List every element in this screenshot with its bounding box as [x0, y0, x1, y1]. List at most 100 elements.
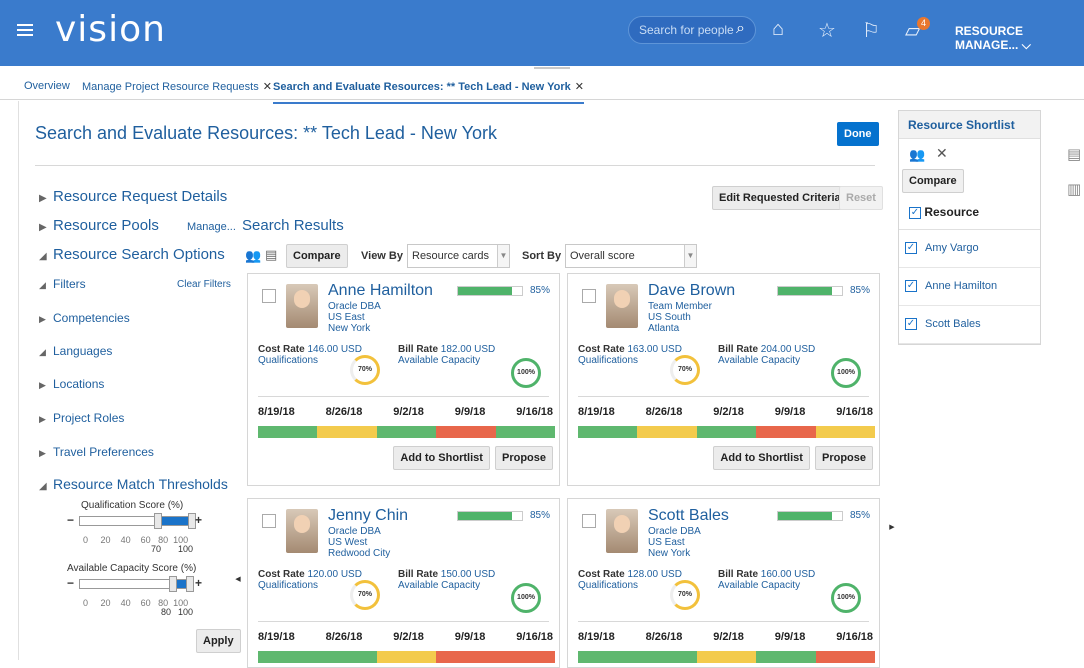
- manage-pools-link[interactable]: Manage...: [187, 221, 236, 233]
- shortlist-item[interactable]: ✓ Scott Bales: [899, 306, 1040, 344]
- resource-shortlist-panel: Resource Shortlist 👥 ✕ Compare ✓ Resourc…: [898, 110, 1041, 345]
- compare-button[interactable]: Compare: [286, 244, 348, 268]
- qualifications-link[interactable]: Qualifications: [578, 355, 638, 366]
- view-by-select[interactable]: Resource cards ▼: [407, 244, 510, 268]
- close-icon[interactable]: ✕: [575, 81, 584, 93]
- plus-icon[interactable]: +: [195, 513, 202, 527]
- section-resource-pools[interactable]: ▶ Resource Pools: [39, 217, 159, 234]
- week-date: 9/16/18: [836, 631, 873, 643]
- details-panel-icon[interactable]: ▤: [1067, 145, 1084, 167]
- expand-triangle-icon: ▶: [39, 380, 46, 390]
- notification-badge: 4: [917, 17, 930, 30]
- select-checkbox[interactable]: [262, 514, 276, 528]
- available-capacity-link[interactable]: Available Capacity: [718, 355, 800, 366]
- qualifications-link[interactable]: Qualifications: [578, 580, 638, 591]
- checkbox[interactable]: ✓: [905, 242, 917, 255]
- propose-button[interactable]: Propose: [814, 446, 873, 470]
- section-search-options[interactable]: ◢ Resource Search Options: [39, 246, 225, 263]
- close-icon[interactable]: ✕: [263, 81, 272, 93]
- filter-project-roles[interactable]: ▶ Project Roles: [39, 411, 124, 425]
- collapse-pane-icon[interactable]: ◀: [235, 573, 241, 587]
- shortlist-item[interactable]: ✓ Amy Vargo: [899, 230, 1040, 268]
- resource-name[interactable]: Anne Hamilton: [328, 282, 433, 300]
- cost-rate: Cost Rate 120.00 USD: [258, 569, 362, 580]
- shortlist-item[interactable]: ✓ Anne Hamilton: [899, 268, 1040, 306]
- filter-languages[interactable]: ◢ Languages: [39, 344, 112, 358]
- add-to-shortlist-button[interactable]: Add to Shortlist: [713, 446, 810, 470]
- user-menu[interactable]: RESOURCE MANAGE... ⌵: [955, 24, 1084, 53]
- filter-competencies[interactable]: ▶ Competencies: [39, 311, 130, 325]
- select-checkbox[interactable]: [582, 514, 596, 528]
- week-date: 9/9/18: [774, 631, 806, 643]
- cost-rate-value: 163.00 USD: [627, 344, 682, 355]
- select-checkbox[interactable]: [262, 289, 276, 303]
- capacity-slider[interactable]: [79, 576, 194, 592]
- overall-score: 85%: [530, 510, 551, 521]
- done-button[interactable]: Done: [837, 122, 879, 146]
- remove-icon[interactable]: ✕: [936, 145, 948, 162]
- reset-button[interactable]: Reset: [839, 186, 883, 210]
- available-capacity-link[interactable]: Available Capacity: [398, 355, 480, 366]
- apply-button[interactable]: Apply: [196, 629, 241, 653]
- filter-travel-preferences[interactable]: ▶ Travel Preferences: [39, 445, 154, 459]
- shortlist-compare-button[interactable]: Compare: [902, 169, 964, 193]
- tab-overview[interactable]: Overview: [24, 80, 70, 92]
- resource-name[interactable]: Dave Brown: [648, 282, 735, 300]
- people-group-icon[interactable]: 👥: [245, 248, 261, 264]
- minus-icon[interactable]: −: [67, 576, 74, 590]
- qualification-slider[interactable]: [79, 513, 196, 529]
- resource-city: New York: [648, 548, 691, 559]
- resource-role: Oracle DBA: [328, 301, 381, 312]
- watchlist-flag-icon[interactable]: ⚐: [862, 18, 880, 43]
- bill-rate-label: Bill Rate: [718, 569, 759, 580]
- week-date: 8/19/18: [578, 631, 615, 643]
- slider-min-thumb[interactable]: [169, 576, 177, 592]
- available-capacity-link[interactable]: Available Capacity: [398, 580, 480, 591]
- cost-rate-label: Cost Rate: [258, 344, 305, 355]
- filters-header[interactable]: ◢ Filters: [39, 277, 86, 291]
- filter-locations[interactable]: ▶ Locations: [39, 377, 104, 391]
- filters-title: Filters: [53, 277, 86, 291]
- resource-name[interactable]: Scott Bales: [648, 507, 729, 525]
- people-group-icon[interactable]: 👥: [909, 147, 925, 163]
- qualifications-link[interactable]: Qualifications: [258, 580, 318, 591]
- analytics-chart-icon[interactable]: ▥: [1067, 180, 1084, 202]
- expand-pane-icon[interactable]: ▶: [889, 521, 895, 535]
- cost-rate-value: 128.00 USD: [627, 569, 682, 580]
- edit-criteria-button[interactable]: Edit Requested Criteria: [712, 186, 848, 210]
- add-to-shortlist-button[interactable]: Add to Shortlist: [393, 446, 490, 470]
- qualifications-link[interactable]: Qualifications: [258, 355, 318, 366]
- resource-info: Team Member US South Atlanta: [648, 301, 712, 334]
- search-icon[interactable]: ⌕: [736, 20, 745, 38]
- tab-bar: Overview Manage Project Resource Request…: [0, 66, 1084, 104]
- home-icon[interactable]: ⌂: [772, 18, 784, 41]
- tab-manage-requests[interactable]: Manage Project Resource Requests ✕: [82, 80, 272, 93]
- select-checkbox[interactable]: [582, 289, 596, 303]
- select-all-checkbox[interactable]: ✓: [909, 206, 921, 219]
- main-panel: Search and Evaluate Resources: ** Tech L…: [18, 101, 895, 668]
- favorites-star-icon[interactable]: ☆: [818, 18, 836, 43]
- propose-button[interactable]: Propose: [494, 446, 553, 470]
- section-request-details[interactable]: ▶ Resource Request Details: [39, 188, 227, 205]
- list-view-icon[interactable]: ▤: [265, 247, 277, 263]
- resource-card: Jenny Chin Oracle DBA US West Redwood Ci…: [247, 498, 560, 668]
- clear-filters-link[interactable]: Clear Filters: [177, 279, 231, 290]
- minus-icon[interactable]: −: [67, 513, 74, 527]
- checkbox[interactable]: ✓: [905, 318, 917, 331]
- drag-handle[interactable]: [534, 67, 570, 69]
- plus-icon[interactable]: +: [195, 576, 202, 590]
- tab-search-evaluate[interactable]: Search and Evaluate Resources: ** Tech L…: [273, 80, 584, 104]
- week-dates: 8/19/18 8/26/18 9/2/18 9/9/18 9/16/18: [578, 406, 873, 418]
- section-match-thresholds[interactable]: ◢ Resource Match Thresholds: [39, 476, 228, 492]
- sort-by-select[interactable]: Overall score ▼: [565, 244, 697, 268]
- people-search-input[interactable]: Search for people ⌕: [628, 16, 756, 44]
- availability-cell: [436, 651, 496, 663]
- availability-cell: [815, 426, 876, 438]
- checkbox[interactable]: ✓: [905, 280, 917, 293]
- menu-icon[interactable]: [17, 24, 33, 37]
- slider-max-thumb[interactable]: [186, 576, 194, 592]
- resource-column-header[interactable]: ✓ Resource: [909, 205, 979, 219]
- available-capacity-link[interactable]: Available Capacity: [718, 580, 800, 591]
- resource-name[interactable]: Jenny Chin: [328, 507, 408, 525]
- slider-min-thumb[interactable]: [154, 513, 162, 529]
